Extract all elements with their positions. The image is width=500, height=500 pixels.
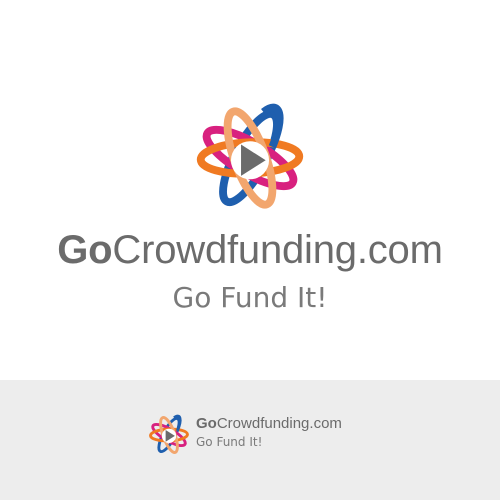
brand-wordmark: GoCrowdfunding.com bbox=[0, 226, 500, 274]
mini-wordmark: GoCrowdfunding.com bbox=[196, 414, 342, 434]
mini-tagline: Go Fund It! bbox=[196, 435, 263, 449]
brand-emblem-icon bbox=[194, 102, 306, 214]
brand-tagline: Go Fund It! bbox=[172, 281, 328, 314]
mini-emblem-icon bbox=[148, 414, 190, 456]
logo-stage: GoCrowdfunding.com Go Fund It! bbox=[0, 0, 500, 380]
brand-wordmark-bold: Go bbox=[57, 228, 113, 272]
brand-wordmark-rest: Crowdfunding.com bbox=[112, 228, 443, 272]
footer-preview-strip: GoCrowdfunding.com Go Fund It! bbox=[0, 380, 500, 500]
mini-wordmark-rest: Crowdfunding.com bbox=[216, 415, 342, 432]
mini-wordmark-bold: Go bbox=[196, 415, 217, 432]
